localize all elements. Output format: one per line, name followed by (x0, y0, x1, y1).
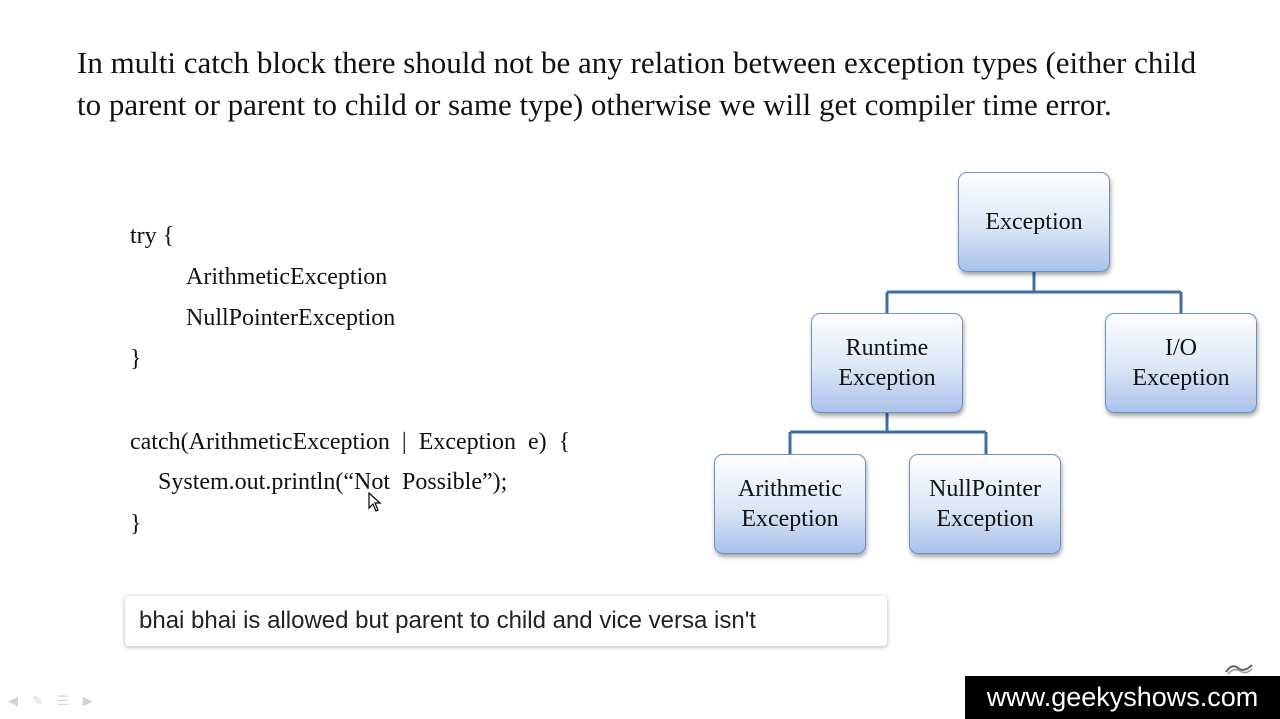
logo-wave-icon (1225, 664, 1253, 675)
forward-arrow-icon[interactable]: ▶ (83, 694, 93, 709)
node-nullpointer-exception: NullPointer Exception (909, 454, 1061, 554)
node-exception: Exception (958, 172, 1110, 272)
node-io-exception: I/O Exception (1105, 313, 1257, 413)
node-arithmetic-exception: Arithmetic Exception (714, 454, 866, 554)
slideshow-controls[interactable]: ◀ ✎ ☰ ▶ (8, 694, 93, 709)
pen-icon[interactable]: ✎ (32, 694, 43, 709)
subtitle-caption: bhai bhai is allowed but parent to child… (125, 596, 887, 646)
back-arrow-icon[interactable]: ◀ (8, 694, 18, 709)
menu-icon[interactable]: ☰ (57, 694, 69, 709)
node-runtime-exception: Runtime Exception (811, 313, 963, 413)
watermark: www.geekyshows.com (965, 676, 1280, 719)
mouse-pointer-icon (368, 492, 382, 512)
